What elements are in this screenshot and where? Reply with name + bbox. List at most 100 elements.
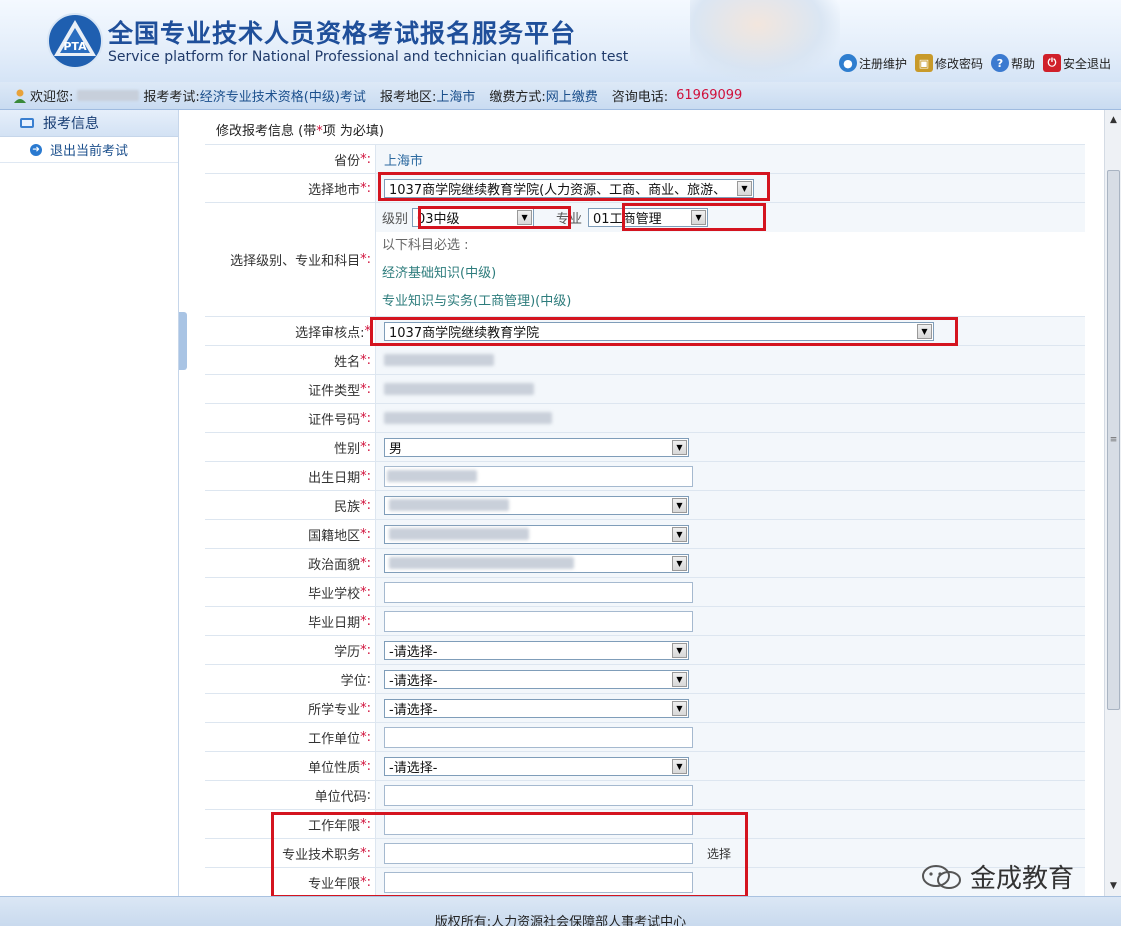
required-star: *: (360, 526, 371, 542)
city-label-text: 选择地市 (308, 182, 361, 198)
employer-type-select[interactable]: -请选择- ▼ (384, 756, 689, 776)
school-label: 毕业学校 *: (205, 578, 375, 606)
tech-position-input[interactable] (384, 842, 693, 864)
scroll-up-arrow-icon[interactable]: ▲ (1106, 112, 1121, 128)
form-row-school: 毕业学校 *: (205, 577, 1085, 606)
review-point-label: 选择审核点: * (205, 317, 375, 345)
political-cell: ▼ (375, 549, 1085, 577)
help-icon: ? (990, 54, 1009, 72)
province-label-text: 省份 (334, 153, 361, 169)
phone-label: 咨询电话: (611, 90, 669, 105)
employer-type-label: 单位性质 *: (205, 752, 375, 780)
birth-date-input[interactable] (384, 465, 693, 487)
id-number-redacted (384, 412, 552, 424)
required-star: *: (360, 252, 371, 267)
gender-select[interactable]: 男 ▼ (384, 437, 689, 457)
welcome-label: 欢迎您: (30, 90, 74, 105)
level-label: 级别 (382, 212, 409, 227)
required-star: *: (360, 758, 371, 774)
grad-date-label-text: 毕业日期 (308, 615, 361, 631)
degree-select[interactable]: -请选择- ▼ (384, 669, 689, 689)
chevron-down-icon: ▼ (672, 758, 687, 774)
grad-date-input[interactable] (384, 610, 693, 632)
gender-label: 性别 *: (205, 433, 375, 461)
sidebar-header-label: 报考信息 (43, 116, 99, 132)
required-star: *: (360, 816, 371, 832)
level-select[interactable]: 03中级 ▼ (412, 208, 535, 227)
required-subjects-note: 以下科目必选 : (382, 238, 469, 253)
work-years-label-text: 工作年限 (308, 818, 361, 834)
employer-code-input[interactable] (384, 784, 693, 806)
required-star: *: (360, 180, 371, 196)
form-row-level-major: 选择级别、专业和科目 *: 级别 03中级 ▼ 专业 01工商管理 ▼ 以下科目必… (205, 202, 1085, 316)
site-title: 全国专业技术人员资格考试报名服务平台 (108, 19, 577, 48)
nationality-select[interactable]: ▼ (384, 524, 689, 544)
birth-date-cell (375, 462, 1085, 490)
form-row-province: 省份 *: 上海市 (205, 144, 1085, 173)
id-number-label: 证件号码 *: (205, 404, 375, 432)
required-star: *: (360, 151, 371, 167)
political-label-text: 政治面貌 (308, 557, 361, 573)
help-link[interactable]: ? 帮助 (990, 54, 1035, 72)
major-studied-select[interactable]: -请选择- ▼ (384, 698, 689, 718)
sidebar: 报考信息 ➜ 退出当前考试 (0, 110, 179, 896)
required-star: *: (360, 410, 371, 426)
work-years-input[interactable] (384, 813, 693, 835)
change-password-label: 修改密码 (934, 56, 983, 71)
political-redacted (389, 557, 574, 569)
sidebar-item-exit-exam[interactable]: ➜ 退出当前考试 (0, 137, 178, 163)
education-label-text: 学历 (334, 644, 361, 660)
degree-label-text: 学位 (340, 673, 367, 689)
required-star: *: (360, 874, 371, 890)
sidebar-header[interactable]: 报考信息 (0, 110, 178, 137)
payment-label: 缴费方式: (489, 90, 546, 105)
major-studied-label: 所学专业 *: (205, 694, 375, 722)
chevron-down-icon: ▼ (672, 439, 687, 455)
vertical-scrollbar[interactable]: ▲ ≡ ▼ (1104, 110, 1121, 896)
pta-logo-icon: PTA (47, 13, 103, 69)
header-banner: PTA 全国专业技术人员资格考试报名服务平台 Service platform … (0, 0, 1121, 82)
employer-code-cell (375, 781, 1085, 809)
form-row-major-studied: 所学专业 *: -请选择- ▼ (205, 693, 1085, 722)
city-select[interactable]: 1037商学院继续教育学院(人力资源、工商、商业、旅游、 ▼ (384, 178, 754, 198)
ethnicity-select[interactable]: ▼ (384, 495, 689, 515)
city-select-value: 1037商学院继续教育学院(人力资源、工商、商业、旅游、 (389, 182, 727, 198)
exam-label: 报考考试: (143, 90, 200, 105)
chevron-down-icon: ▼ (672, 642, 687, 658)
review-point-select[interactable]: 1037商学院继续教育学院 ▼ (384, 321, 934, 341)
birth-date-label-text: 出生日期 (308, 470, 361, 486)
political-select[interactable]: ▼ (384, 553, 689, 573)
scroll-down-arrow-icon[interactable]: ▼ (1106, 878, 1121, 894)
id-number-label-text: 证件号码 (308, 412, 361, 428)
degree-label: 学位: (205, 665, 375, 693)
political-label: 政治面貌 *: (205, 549, 375, 577)
logout-link[interactable]: ⏻ 安全退出 (1042, 54, 1111, 72)
employer-type-select-value: -请选择- (389, 760, 438, 776)
nationality-label: 国籍地区 *: (205, 520, 375, 548)
pro-years-input[interactable] (384, 871, 693, 893)
register-maintain-link[interactable]: ● 注册维护 (838, 54, 907, 72)
education-select-value: -请选择- (389, 644, 438, 660)
change-password-link[interactable]: ▣ 修改密码 (914, 54, 983, 72)
employer-input[interactable] (384, 726, 693, 748)
level-major-label-text: 选择级别、专业和科目 (230, 254, 361, 269)
globe-icon: ● (838, 54, 857, 72)
major-select-value: 01工商管理 (593, 212, 662, 227)
required-star: *: (360, 555, 371, 571)
employer-label: 工作单位 *: (205, 723, 375, 751)
scroll-thumb[interactable]: ≡ (1107, 170, 1120, 710)
pro-years-label: 专业年限 *: (205, 868, 375, 896)
major-select[interactable]: 01工商管理 ▼ (588, 208, 709, 227)
chevron-down-icon: ▼ (672, 526, 687, 542)
form-row-political: 政治面貌 *: ▼ (205, 548, 1085, 577)
level-select-value: 03中级 (417, 212, 460, 227)
form-row-nationality: 国籍地区 *: ▼ (205, 519, 1085, 548)
employer-cell (375, 723, 1085, 751)
sidebar-item-label: 退出当前考试 (50, 144, 129, 159)
colon: : (366, 671, 371, 687)
select-position-button[interactable]: 选择 (707, 845, 731, 862)
required-star: *: (360, 700, 371, 716)
education-select[interactable]: -请选择- ▼ (384, 640, 689, 660)
school-input[interactable] (384, 581, 693, 603)
required-star: * (364, 323, 372, 339)
